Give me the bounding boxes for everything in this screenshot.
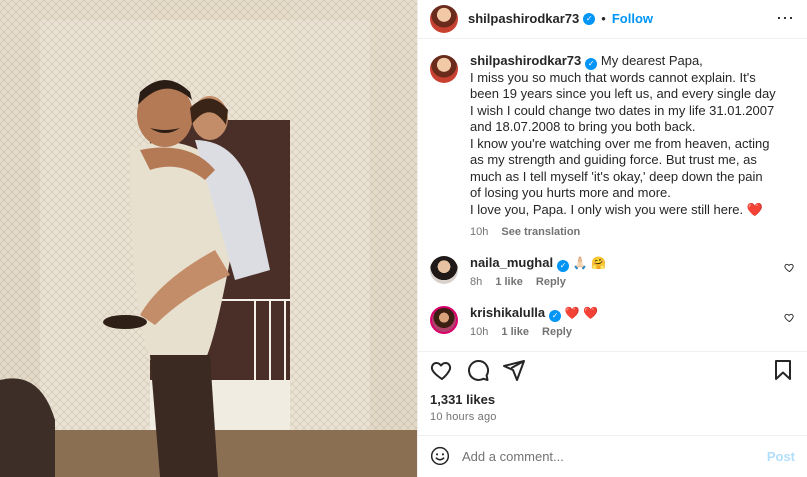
comment-input[interactable] <box>462 448 767 464</box>
caption-line: I know you're watching over me from heav… <box>470 135 770 201</box>
caption-username[interactable]: shilpashirodkar73 <box>470 53 581 68</box>
post-photo[interactable] <box>0 0 417 477</box>
comment-text: naila_mughal ✓ 🙏🏻 🤗 <box>470 254 777 273</box>
commenter-username[interactable]: krishikalulla <box>470 305 545 320</box>
comment-bubble-icon[interactable] <box>466 358 490 382</box>
owner-avatar[interactable] <box>430 4 458 33</box>
comment-body: krishikalulla ✓ ❤️ ❤️ 10h 1 like Reply <box>470 304 795 338</box>
like-comment-heart-icon[interactable] <box>784 312 795 323</box>
like-heart-icon[interactable] <box>430 358 454 382</box>
more-options-icon[interactable]: ⋯ <box>776 8 795 29</box>
verified-badge-icon: ✓ <box>549 310 562 323</box>
caption-avatar[interactable] <box>430 54 458 83</box>
caption-line: I miss you so much that words cannot exp… <box>470 69 776 135</box>
caption-line: My dearest Papa, <box>600 52 703 68</box>
photo-illustration <box>0 0 417 477</box>
comment-time[interactable]: 10h <box>470 326 488 338</box>
post-timestamp[interactable]: 10 hours ago <box>418 407 807 435</box>
commenter-avatar[interactable] <box>430 306 458 335</box>
caption-body: shilpashirodkar73 ✓ My dearest Papa, I mi… <box>470 53 795 239</box>
reply-button[interactable]: Reply <box>536 276 566 288</box>
comment-likes[interactable]: 1 like <box>495 276 523 288</box>
see-translation-link[interactable]: See translation <box>501 226 580 238</box>
comment-likes[interactable]: 1 like <box>501 326 529 338</box>
separator-dot: • <box>601 11 606 27</box>
commenter-avatar[interactable] <box>430 256 458 285</box>
likes-count[interactable]: 1,331 likes <box>418 388 807 407</box>
comments-scroll-area[interactable]: shilpashirodkar73 ✓ My dearest Papa, I mi… <box>418 39 807 351</box>
comment-content: ❤️ ❤️ <box>564 306 598 321</box>
follow-button[interactable]: Follow <box>612 11 653 26</box>
reply-button[interactable]: Reply <box>542 326 572 338</box>
comment-row: krishikalulla ✓ ❤️ ❤️ 10h 1 like Reply <box>430 304 795 338</box>
owner-username[interactable]: shilpashirodkar73 <box>468 11 579 26</box>
commenter-username[interactable]: naila_mughal <box>470 255 553 270</box>
comment-meta: 8h 1 like Reply <box>470 276 777 288</box>
emoji-picker-icon[interactable] <box>430 446 450 466</box>
caption-line-last: I love you, Papa. I only wish you were s… <box>470 202 777 219</box>
comment-composer: Post <box>418 434 807 477</box>
caption-row: shilpashirodkar73 ✓ My dearest Papa, I mi… <box>430 53 795 239</box>
verified-badge-icon: ✓ <box>583 12 596 25</box>
verified-badge-icon: ✓ <box>585 57 598 70</box>
save-bookmark-icon[interactable] <box>771 358 795 382</box>
post-actions-bar <box>418 351 807 388</box>
comment-row: naila_mughal ✓ 🙏🏻 🤗 8h 1 like Reply <box>430 254 795 288</box>
comment-time[interactable]: 8h <box>470 276 482 288</box>
comment-meta: 10h 1 like Reply <box>470 326 777 338</box>
like-comment-heart-icon[interactable] <box>784 262 795 273</box>
comment-body: naila_mughal ✓ 🙏🏻 🤗 8h 1 like Reply <box>470 254 795 288</box>
red-heart-emoji: ❤️ <box>746 201 763 217</box>
post-comment-button[interactable]: Post <box>767 449 795 464</box>
comment-content: 🙏🏻 🤗 <box>572 256 606 271</box>
share-send-icon[interactable] <box>502 358 526 382</box>
verified-badge-icon: ✓ <box>557 260 570 273</box>
post-modal: shilpashirodkar73 ✓ • Follow ⋯ shilpashi… <box>0 0 807 477</box>
post-header: shilpashirodkar73 ✓ • Follow ⋯ <box>418 0 807 39</box>
caption-line: I love you, Papa. I only wish you were s… <box>470 201 744 217</box>
caption-meta: 10h See translation <box>470 226 777 238</box>
comment-text: krishikalulla ✓ ❤️ ❤️ <box>470 304 777 323</box>
caption-time[interactable]: 10h <box>470 226 488 238</box>
post-details-panel: shilpashirodkar73 ✓ • Follow ⋯ shilpashi… <box>417 0 807 477</box>
caption-text: shilpashirodkar73 ✓ My dearest Papa, I mi… <box>470 53 777 219</box>
